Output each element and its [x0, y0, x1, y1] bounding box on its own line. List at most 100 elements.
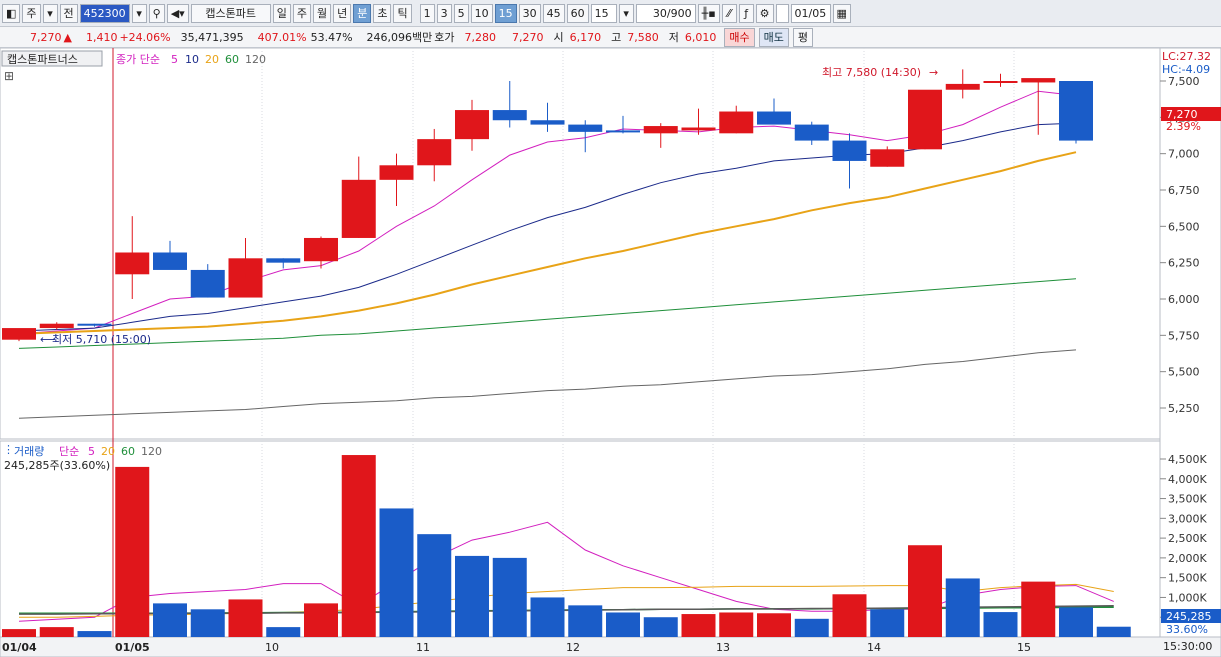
period-button-0[interactable]: 일	[272, 3, 291, 23]
gear-icon[interactable]: ⚙	[755, 3, 774, 23]
candle-body[interactable]	[77, 323, 112, 326]
candle-body[interactable]	[2, 328, 36, 340]
interval-button-60[interactable]: 60	[566, 3, 589, 23]
candle-body[interactable]	[606, 130, 640, 133]
volume-bar[interactable]	[1096, 626, 1131, 637]
period-button-1[interactable]: 주	[292, 3, 311, 23]
volume-bar[interactable]	[304, 603, 338, 637]
volume-bar[interactable]	[2, 629, 36, 637]
interval-button-15[interactable]: 15	[494, 3, 517, 23]
volume-bar[interactable]	[757, 613, 791, 637]
volume-bar[interactable]	[379, 508, 414, 637]
interval-button-5[interactable]: 5	[453, 3, 469, 23]
window-menu-icon[interactable]: ◧	[2, 3, 21, 23]
interval-button-10[interactable]: 10	[470, 3, 493, 23]
candle-body[interactable]	[908, 89, 942, 150]
candle-body[interactable]	[228, 258, 263, 298]
volume-bar[interactable]	[568, 605, 603, 637]
flat-button[interactable]: 평	[792, 27, 814, 47]
candle-body[interactable]	[870, 149, 905, 167]
interval-button-1[interactable]: 1	[419, 3, 435, 23]
candle-body[interactable]	[681, 127, 716, 131]
volume-bar[interactable]	[606, 612, 640, 637]
candle-body[interactable]	[794, 124, 829, 141]
candle-body[interactable]	[417, 139, 452, 166]
candle-body[interactable]	[945, 83, 980, 90]
search-icon[interactable]: ⚲	[148, 3, 165, 23]
volume-bar[interactable]	[908, 545, 942, 637]
volume-bar[interactable]	[417, 534, 452, 637]
candle-body[interactable]	[153, 252, 187, 270]
stock-name-field[interactable]: 캡스톤파트	[190, 3, 271, 23]
volume-bar[interactable]	[190, 609, 225, 637]
candle-body[interactable]	[568, 124, 603, 132]
volume-bar[interactable]	[39, 627, 74, 637]
volume-bar[interactable]	[266, 627, 301, 637]
candle-body[interactable]	[832, 140, 867, 161]
volume-bar[interactable]	[1021, 581, 1056, 637]
candle-body[interactable]	[492, 110, 527, 121]
indicator-icon[interactable]: ƒ	[738, 3, 754, 23]
candle-body[interactable]	[1059, 81, 1093, 141]
candle-body[interactable]	[643, 126, 678, 134]
x-axis-label: 13	[716, 641, 730, 654]
volume-bar[interactable]	[794, 618, 829, 637]
code-dropdown-icon[interactable]: ▾	[131, 3, 147, 23]
interval-button-45[interactable]: 45	[542, 3, 565, 23]
candle-body[interactable]	[455, 110, 489, 140]
period-button-6[interactable]: 틱	[393, 3, 412, 23]
candle-body[interactable]	[757, 111, 791, 125]
volume-bar[interactable]	[492, 557, 527, 637]
volume-bar[interactable]	[228, 599, 263, 637]
sell-button[interactable]: 매도	[758, 27, 789, 47]
volume-bar[interactable]	[77, 631, 112, 637]
candle-body[interactable]	[304, 237, 338, 262]
volume-bar[interactable]	[530, 597, 565, 637]
interval-button-3[interactable]: 3	[436, 3, 452, 23]
dropdown-arrow-icon[interactable]: ▾	[42, 3, 58, 23]
candle-body[interactable]	[530, 120, 565, 125]
period-button-4[interactable]: 분	[353, 3, 372, 23]
date-field[interactable]: 01/05	[790, 3, 831, 23]
draw-tool-icon[interactable]: ⁄⁄	[721, 3, 737, 23]
volume-bar[interactable]	[832, 594, 867, 637]
volume-bar[interactable]	[681, 614, 716, 637]
period-button-5[interactable]: 초	[373, 3, 392, 23]
candle-body[interactable]	[266, 258, 301, 263]
speaker-icon[interactable]: ◀▾	[166, 3, 189, 23]
search-mode-button[interactable]: 전	[59, 3, 78, 23]
buy-button[interactable]: 매수	[724, 27, 755, 47]
date-checkbox[interactable]	[775, 3, 789, 23]
candle-type-icon[interactable]: ╫▪	[697, 3, 720, 23]
stock-chart[interactable]: 7,5007,2507,0006,7506,5006,2506,0005,750…	[0, 48, 1221, 657]
count-field[interactable]: 30/900	[635, 3, 696, 23]
crosshair-icon[interactable]: ⊞	[4, 69, 14, 83]
volume-bar[interactable]	[341, 455, 376, 637]
price-panel[interactable]	[0, 48, 1161, 440]
period-button-3[interactable]: 년	[333, 3, 352, 23]
candle-body[interactable]	[341, 179, 376, 238]
interval-button-30[interactable]: 30	[518, 3, 541, 23]
candle-body[interactable]	[190, 269, 225, 298]
candle-body[interactable]	[379, 165, 414, 180]
candle-body[interactable]	[1021, 78, 1056, 83]
candle-body[interactable]	[983, 81, 1018, 83]
interval-dropdown-icon[interactable]: ▾	[618, 3, 634, 23]
candle-body[interactable]	[39, 323, 74, 329]
volume-bar[interactable]	[870, 609, 905, 637]
volume-bar[interactable]	[115, 466, 150, 637]
volume-bar[interactable]	[455, 555, 489, 637]
stock-code-input[interactable]: 452300	[79, 3, 130, 23]
volume-bar[interactable]	[719, 612, 754, 637]
volume-bar[interactable]	[643, 617, 678, 637]
volume-bar[interactable]	[1059, 607, 1093, 637]
market-type-select[interactable]: 주	[22, 3, 41, 23]
candle-body[interactable]	[719, 111, 754, 134]
candle-body[interactable]	[115, 252, 150, 275]
interval-select[interactable]: 15	[590, 3, 617, 23]
volume-bar[interactable]	[945, 578, 980, 637]
calendar-icon[interactable]: ▦	[832, 3, 851, 23]
volume-bar[interactable]	[983, 612, 1018, 637]
period-button-2[interactable]: 월	[312, 3, 332, 23]
volume-bar[interactable]	[153, 603, 187, 637]
